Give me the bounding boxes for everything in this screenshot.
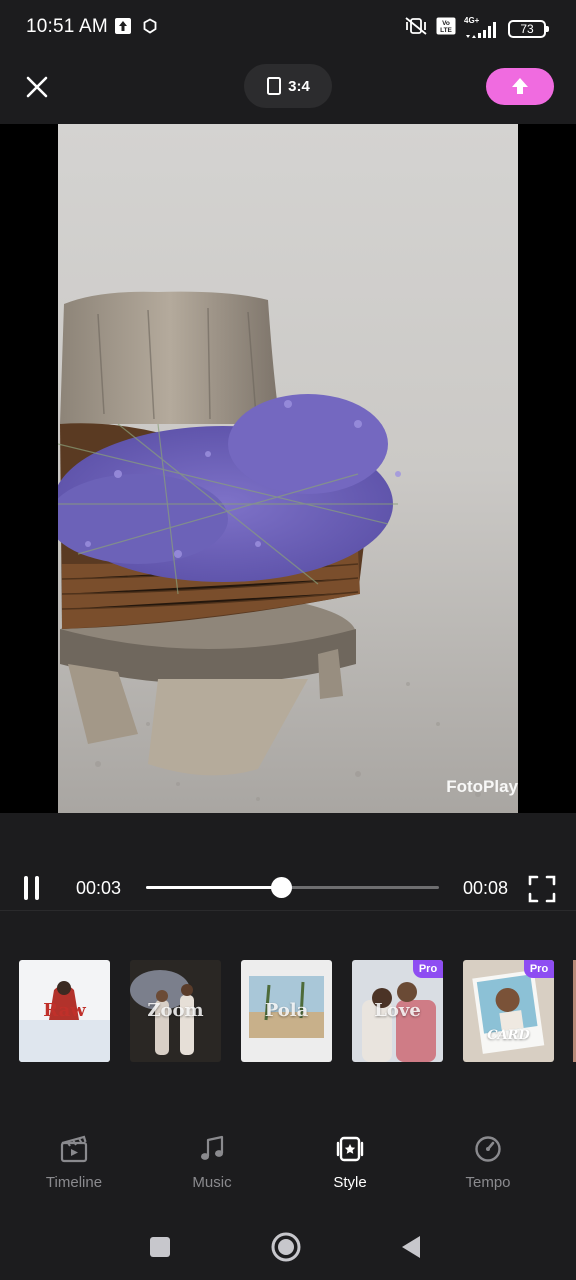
style-frame-icon (336, 1136, 364, 1162)
status-bar: 10:51 AM Vo LTE 4G+ 73 (0, 0, 576, 56)
editor-tabs: Timeline Music Style Tempo (0, 1126, 576, 1198)
style-presets-strip: Raw Zoom Pola Love Pro CARD Pro (0, 960, 576, 1062)
status-right-icons: Vo LTE 4G+ 73 (404, 15, 549, 41)
tab-label: Style (333, 1174, 367, 1191)
recents-button[interactable] (143, 1230, 177, 1264)
aspect-ratio-button[interactable]: 3:4 (244, 64, 332, 108)
preview-photo: FotoPlay (58, 124, 518, 813)
style-preset-label: Zoom (147, 1000, 204, 1021)
fullscreen-button[interactable] (528, 875, 556, 903)
app-notification-icon (142, 18, 158, 39)
style-preset-zoom[interactable]: Zoom (130, 960, 221, 1062)
style-preset-love[interactable]: Love Pro (352, 960, 443, 1062)
pause-icon-bar (35, 876, 39, 900)
seek-handle[interactable] (270, 877, 292, 898)
style-preset-raw[interactable]: Raw (19, 960, 110, 1062)
status-notification-icons (114, 17, 158, 40)
vibrate-off-icon (404, 16, 428, 41)
fullscreen-icon (528, 875, 556, 903)
video-preview[interactable]: FotoPlay (0, 124, 576, 813)
tab-label: Music (192, 1174, 232, 1191)
tab-timeline[interactable]: Timeline (19, 1126, 129, 1194)
svg-text:Vo: Vo (442, 20, 450, 27)
style-preset-label: Love (374, 1000, 421, 1021)
divider (0, 910, 576, 911)
tab-music[interactable]: Music (157, 1126, 267, 1194)
battery-level: 73 (520, 21, 534, 36)
tab-label: Tempo (465, 1174, 511, 1191)
export-button[interactable] (486, 68, 554, 105)
style-preset-pola[interactable]: Pola (241, 960, 332, 1062)
aspect-ratio-icon (267, 77, 282, 95)
tab-style[interactable]: Style (295, 1126, 405, 1194)
pause-button[interactable] (24, 876, 46, 900)
system-navigation-bar (0, 1212, 576, 1280)
music-note-icon (201, 1135, 224, 1160)
square-icon (150, 1237, 170, 1257)
close-icon (26, 76, 48, 98)
tab-label: Timeline (45, 1174, 103, 1191)
current-time: 00:03 (76, 878, 122, 898)
style-preset-card[interactable]: CARD Pro (463, 960, 554, 1062)
signal-icon: 4G+ (464, 15, 500, 39)
watermark: FotoPlay (446, 777, 518, 796)
style-preset-label: CARD (487, 1028, 530, 1043)
svg-text:LTE: LTE (440, 27, 452, 34)
back-triangle-icon (402, 1236, 420, 1258)
close-button[interactable] (20, 70, 54, 104)
status-time: 10:51 AM (26, 16, 108, 37)
upload-arrow-icon (512, 77, 528, 94)
film-icon (60, 1135, 88, 1163)
upload-notification-icon (114, 17, 132, 40)
pro-badge: Pro (524, 960, 554, 978)
back-button[interactable] (394, 1230, 428, 1264)
style-preset-label: Pola (264, 1000, 309, 1021)
playback-controls: 00:03 00:08 (0, 860, 576, 916)
lavender-basket-image (58, 124, 518, 813)
network-type: 4G+ (464, 15, 480, 25)
seek-bar[interactable] (146, 877, 439, 898)
volte-icon: Vo LTE (436, 17, 456, 40)
speedometer-icon (475, 1136, 501, 1162)
seek-bar-progress (146, 886, 281, 889)
pause-icon (24, 876, 28, 900)
total-time: 00:08 (463, 878, 509, 898)
editor-toolbar: 3:4 (0, 56, 576, 124)
style-preset-label: Raw (43, 1000, 86, 1021)
home-circle-icon (271, 1232, 301, 1262)
home-button[interactable] (269, 1230, 303, 1264)
battery-icon: 73 (508, 19, 549, 38)
aspect-ratio-label: 3:4 (288, 77, 310, 95)
tab-tempo[interactable]: Tempo (433, 1126, 543, 1194)
pro-badge: Pro (413, 960, 443, 978)
